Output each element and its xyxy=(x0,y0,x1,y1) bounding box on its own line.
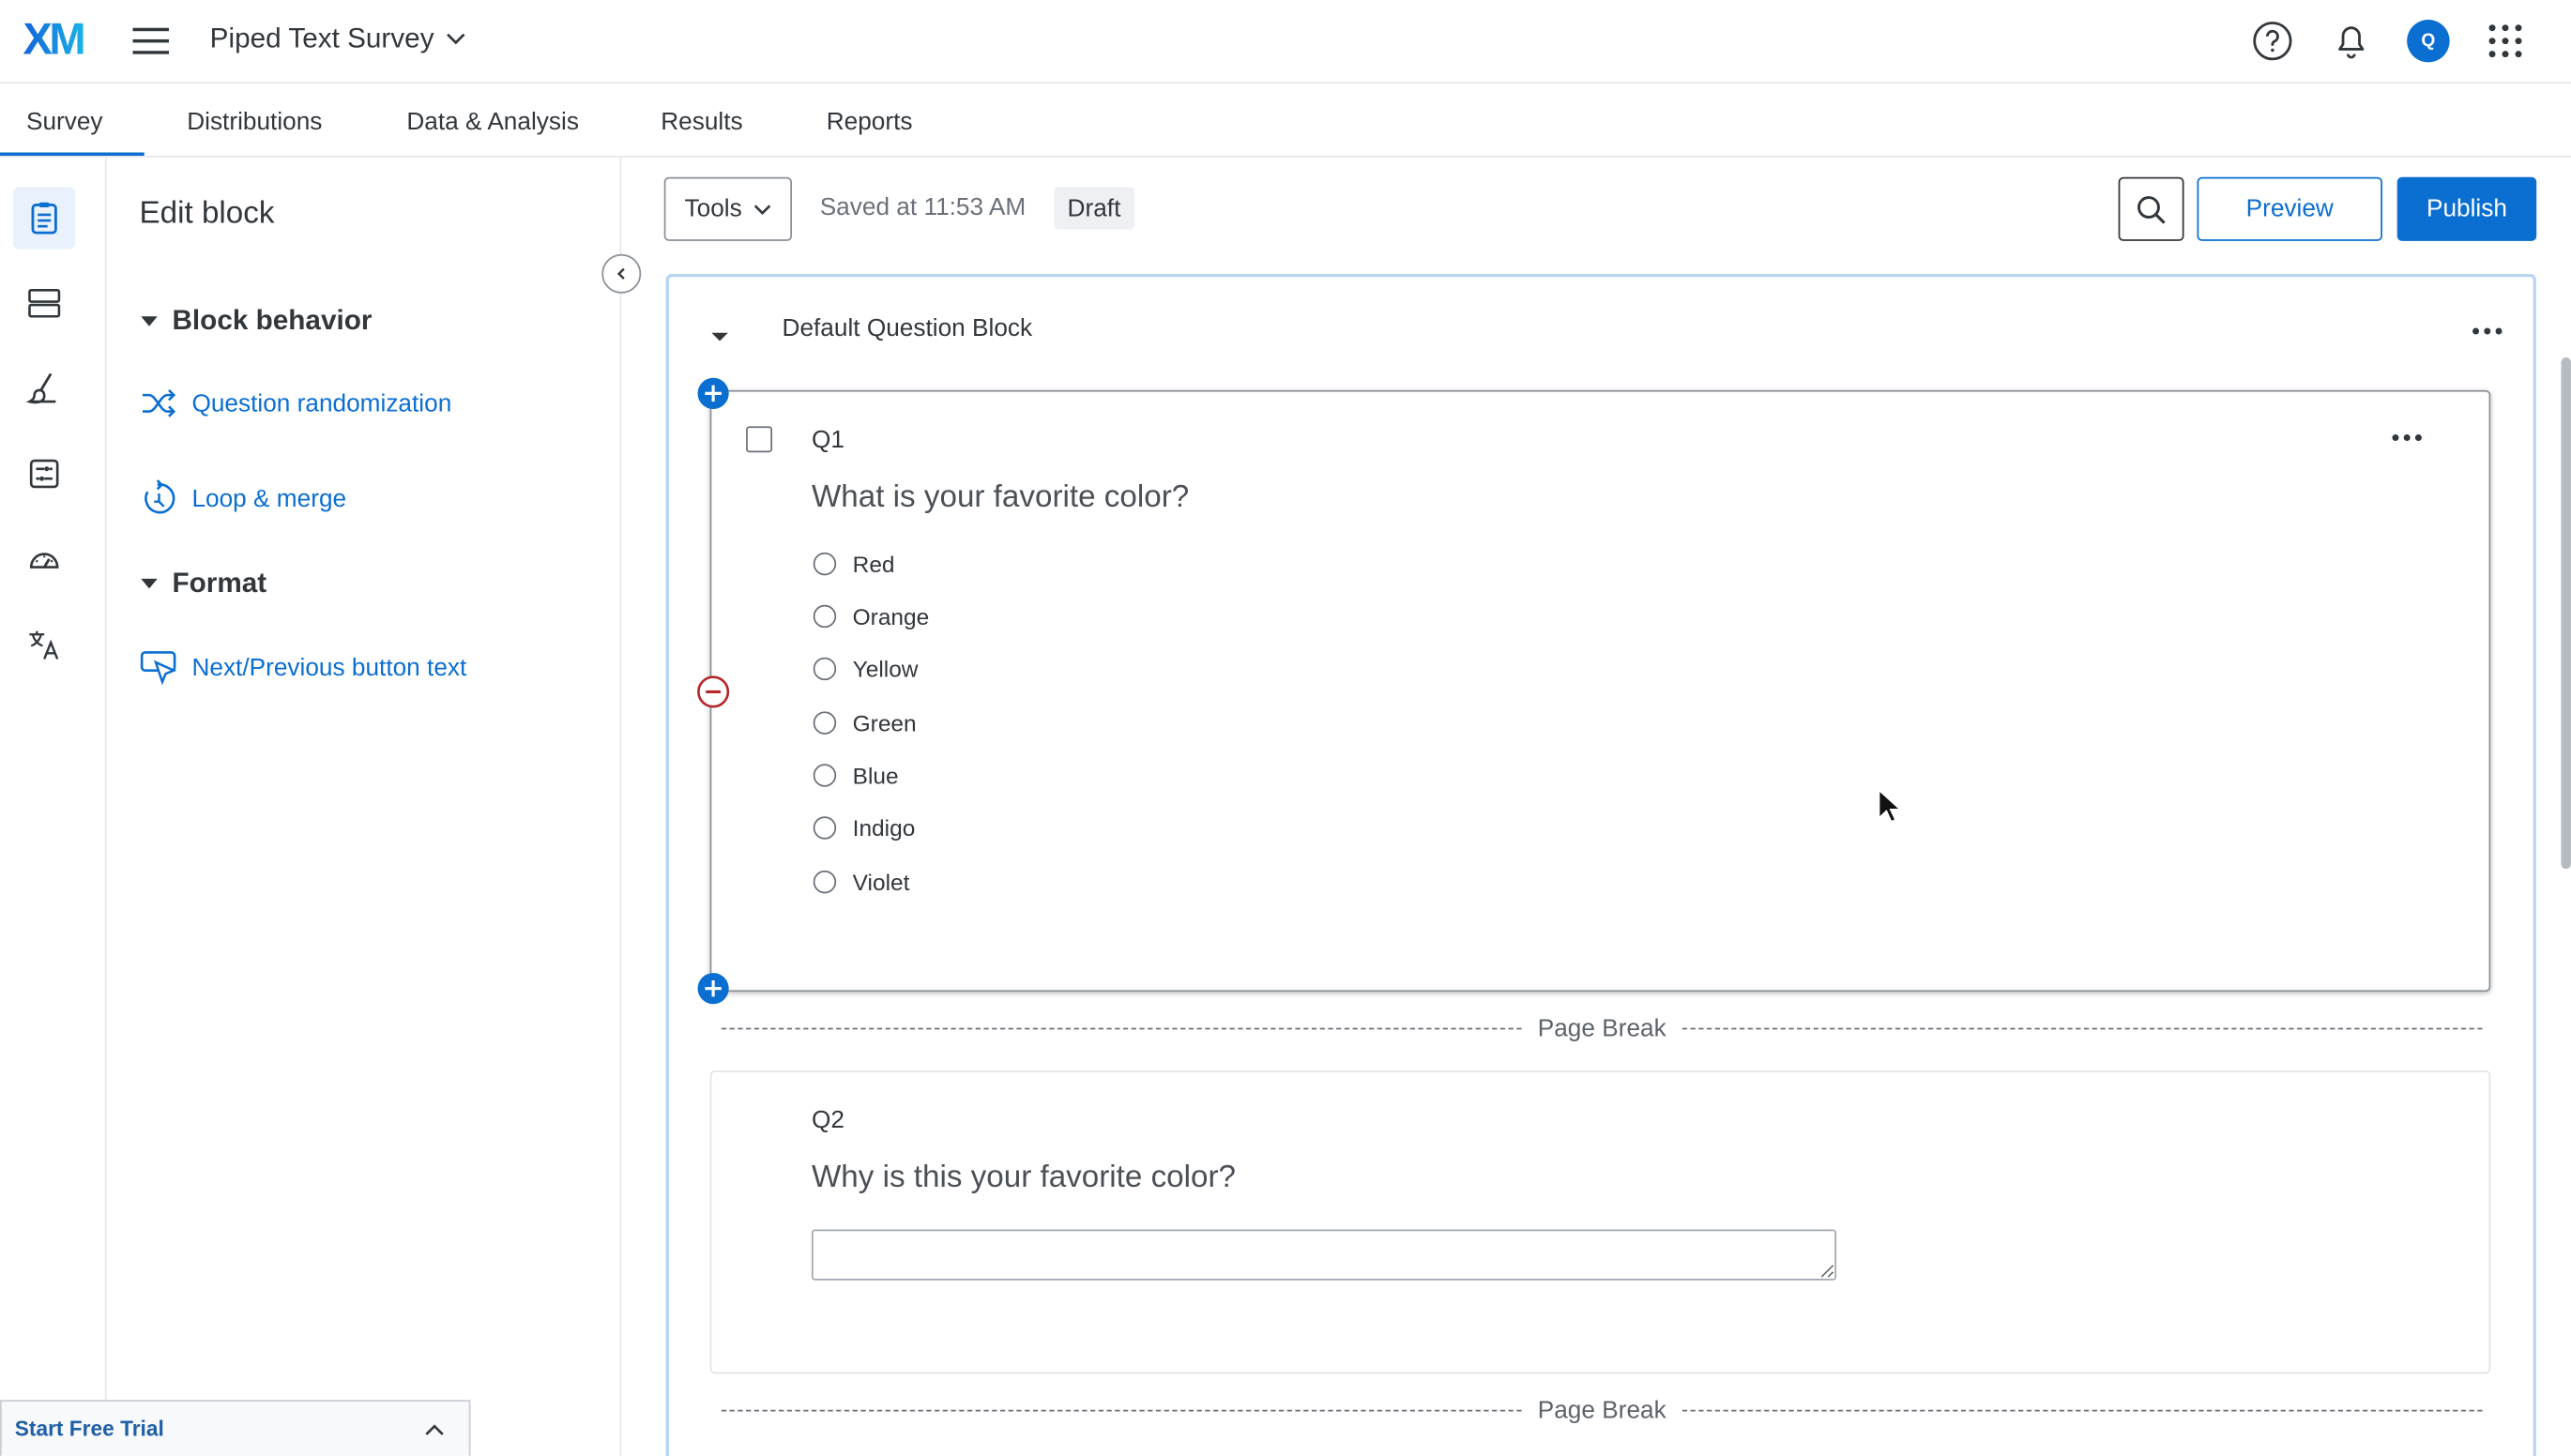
caret-down-icon xyxy=(140,577,160,590)
section-label: Format xyxy=(172,567,267,599)
radio-button[interactable] xyxy=(813,816,837,840)
left-rail xyxy=(0,157,107,1456)
radio-button[interactable] xyxy=(813,604,837,629)
preview-button[interactable]: Preview xyxy=(2197,176,2382,241)
collapse-panel-button[interactable] xyxy=(601,253,642,294)
button-pointer-icon xyxy=(140,649,179,686)
survey-flow-icon[interactable] xyxy=(13,443,75,505)
choice-label: Yellow xyxy=(852,655,919,682)
radio-button[interactable] xyxy=(813,870,837,894)
choice-orange[interactable]: Orange xyxy=(813,603,930,630)
block-more-options-icon[interactable] xyxy=(2472,327,2503,335)
choice-indigo[interactable]: Indigo xyxy=(813,814,916,842)
choice-green[interactable]: Green xyxy=(813,709,917,736)
q1-id: Q1 xyxy=(811,426,844,455)
tab-results[interactable]: Results xyxy=(661,108,742,136)
page-break[interactable]: Page Break xyxy=(721,1396,2483,1425)
active-tab-indicator xyxy=(0,152,145,157)
search-button[interactable] xyxy=(2118,176,2184,241)
chevron-up-icon xyxy=(423,1420,446,1436)
section-label: Block behavior xyxy=(172,305,373,337)
page-break[interactable]: Page Break xyxy=(721,1014,2483,1043)
translate-icon[interactable] xyxy=(13,614,75,675)
question-q2[interactable] xyxy=(709,1070,2491,1374)
help-icon[interactable] xyxy=(2251,20,2293,62)
q2-id: Q2 xyxy=(811,1106,844,1135)
next-previous-button-text-link[interactable]: Next/Previous button text xyxy=(140,649,467,686)
link-label: Question randomization xyxy=(191,389,452,417)
page-break-line xyxy=(721,1027,1522,1030)
menu-icon[interactable] xyxy=(131,23,171,58)
q2-question-text[interactable]: Why is this your favorite color? xyxy=(812,1160,1236,1196)
radio-button[interactable] xyxy=(813,711,837,735)
xm-logo[interactable]: XM xyxy=(23,15,85,66)
edit-block-panel: Edit block Block behavior Question rando… xyxy=(107,157,622,1456)
caret-down-icon xyxy=(140,315,160,328)
q1-select-checkbox[interactable] xyxy=(746,426,773,453)
loop-merge-link[interactable]: Loop & merge xyxy=(140,478,347,518)
page-break-label: Page Break xyxy=(1537,1396,1666,1425)
look-and-feel-icon[interactable] xyxy=(13,357,75,419)
status-badge: Draft xyxy=(1054,187,1134,230)
choice-label: Blue xyxy=(852,762,899,789)
blocks-icon[interactable] xyxy=(13,272,75,334)
chevron-down-icon xyxy=(444,31,466,47)
chevron-left-icon xyxy=(614,265,630,281)
tab-data-analysis[interactable]: Data & Analysis xyxy=(406,108,579,136)
q1-more-options-icon[interactable] xyxy=(2392,434,2422,442)
chevron-down-icon xyxy=(752,203,771,216)
saved-status: Saved at 11:53 AM xyxy=(819,193,1027,221)
choice-label: Red xyxy=(852,551,895,578)
tools-label: Tools xyxy=(684,194,742,223)
avatar[interactable]: Q xyxy=(2407,19,2450,63)
survey-options-icon[interactable] xyxy=(13,528,75,590)
link-label: Loop & merge xyxy=(191,484,347,513)
page-break-label: Page Break xyxy=(1537,1014,1666,1043)
radio-button[interactable] xyxy=(813,552,837,576)
remove-question-icon[interactable] xyxy=(697,675,730,708)
format-section[interactable]: Format xyxy=(140,567,267,600)
mouse-cursor-icon xyxy=(1878,788,1901,824)
choice-blue[interactable]: Blue xyxy=(813,762,899,789)
block-behavior-section[interactable]: Block behavior xyxy=(140,305,373,338)
page-break-line xyxy=(1682,1027,2483,1030)
project-name: Piped Text Survey xyxy=(209,23,434,54)
add-question-above-icon[interactable] xyxy=(697,377,730,410)
tab-reports[interactable]: Reports xyxy=(827,108,913,136)
tab-distributions[interactable]: Distributions xyxy=(187,108,322,136)
choice-yellow[interactable]: Yellow xyxy=(813,655,919,682)
tab-bar: Survey Distributions Data & Analysis Res… xyxy=(0,85,2571,158)
choice-red[interactable]: Red xyxy=(813,551,895,578)
radio-button[interactable] xyxy=(813,657,837,681)
choice-label: Green xyxy=(852,709,917,736)
search-icon xyxy=(2135,192,2168,225)
link-label: Next/Previous button text xyxy=(191,653,467,682)
survey-icon[interactable] xyxy=(12,187,76,250)
trial-label: Start Free Trial xyxy=(14,1416,164,1441)
page-break-line xyxy=(1682,1409,2483,1412)
bell-icon[interactable] xyxy=(2330,20,2372,62)
project-selector[interactable]: Piped Text Survey xyxy=(210,23,467,55)
radio-button[interactable] xyxy=(813,764,837,787)
q1-question-text[interactable]: What is your favorite color? xyxy=(812,480,1189,516)
loop-icon xyxy=(140,478,179,518)
q2-text-entry-field[interactable] xyxy=(811,1229,1837,1281)
add-question-below-icon[interactable] xyxy=(697,972,730,1005)
page-break-line xyxy=(721,1409,1522,1412)
publish-button[interactable]: Publish xyxy=(2396,176,2537,241)
shuffle-icon xyxy=(140,387,179,419)
scrollbar-thumb[interactable] xyxy=(2561,356,2571,870)
choice-label: Violet xyxy=(852,869,910,896)
choice-label: Indigo xyxy=(852,814,916,842)
question-randomization-link[interactable]: Question randomization xyxy=(140,387,452,419)
block-title[interactable]: Default Question Block xyxy=(783,315,1033,343)
start-free-trial-bar[interactable]: Start Free Trial xyxy=(0,1400,471,1456)
tab-survey[interactable]: Survey xyxy=(26,108,103,136)
apps-grid-icon[interactable] xyxy=(2484,20,2526,62)
panel-title: Edit block xyxy=(139,196,275,232)
choice-label: Orange xyxy=(852,603,930,630)
block-collapse-caret-icon[interactable] xyxy=(708,325,731,347)
tools-dropdown[interactable]: Tools xyxy=(663,176,792,241)
choice-violet[interactable]: Violet xyxy=(813,869,910,896)
